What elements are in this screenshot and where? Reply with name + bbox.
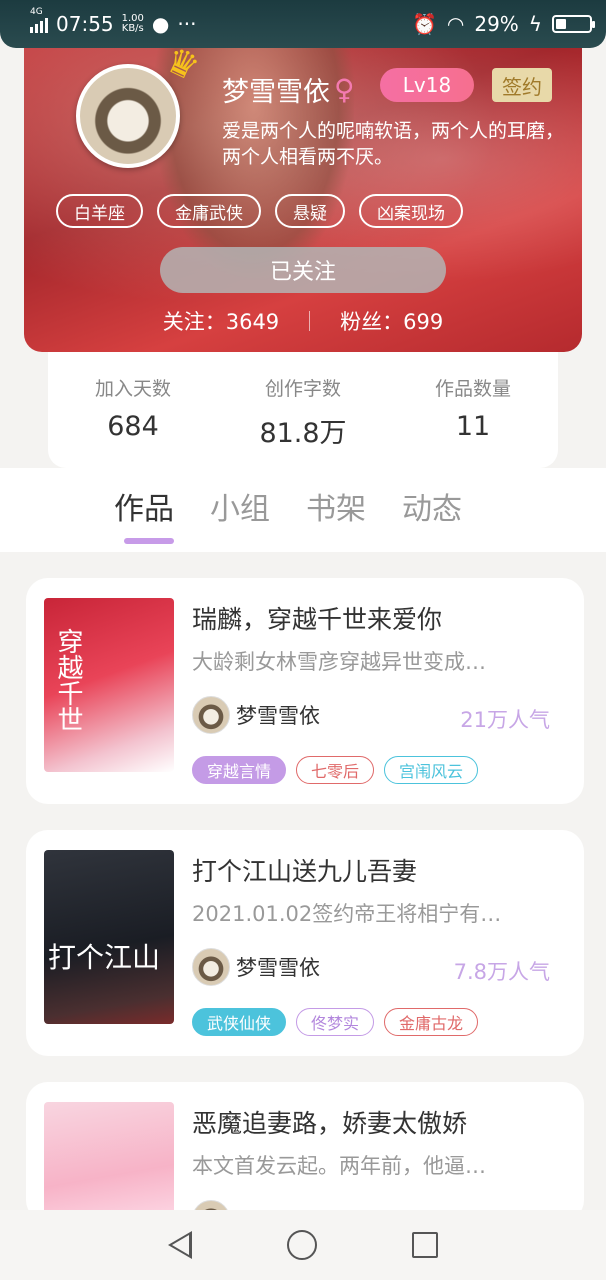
book-popularity: 7.8万人气 [453, 960, 550, 984]
fans-count[interactable]: 粉丝：699 [340, 306, 443, 336]
profile-tags: 白羊座 金庸武侠 悬疑 凶案现场 [56, 194, 463, 228]
clock: 07:55 [56, 12, 114, 36]
book-title[interactable]: 打个江山送九儿吾妻 [192, 852, 417, 888]
book-cover[interactable]: 穿越千世 [44, 598, 174, 772]
follow-button[interactable]: 已关注 [160, 247, 446, 293]
alarm-icon: ⏰ [411, 12, 437, 36]
status-bar: 4G 07:55 1.00 KB/s ● ··· ⏰ ◠ 29% ϟ [0, 0, 606, 48]
book-title[interactable]: 恶魔追妻路，娇妻太傲娇 [192, 1104, 467, 1140]
book-card[interactable]: 打个江山 打个江山送九儿吾妻 2021.01.02签约帝王将相宁有… 梦雪雪依 … [26, 830, 584, 1056]
profile-tag[interactable]: 金庸武侠 [157, 194, 261, 228]
author-avatar [192, 948, 230, 986]
username: 梦雪雪依 ♀ [222, 73, 355, 108]
book-tag[interactable]: 穿越言情 [192, 756, 287, 784]
book-title[interactable]: 瑞麟，穿越千世来爱你 [192, 600, 442, 636]
book-card[interactable]: 恶魔追妻路，娇妻太傲娇 本文首发云起。两年前，他逼… [26, 1082, 584, 1238]
book-cover[interactable]: 打个江山 [44, 850, 174, 1024]
profile-tag[interactable]: 白羊座 [56, 194, 143, 228]
profile-tag[interactable]: 悬疑 [275, 194, 345, 228]
battery-percent: 29% [474, 12, 519, 36]
profile-tag[interactable]: 凶案现场 [359, 194, 463, 228]
bio: 爱是两个人的呢喃软语，两个人的耳磨，两个人相看两不厌。 [222, 120, 565, 168]
female-icon: ♀ [334, 73, 355, 106]
profile-header: ♛ 梦雪雪依 ♀ Lv18 签约 爱是两个人的呢喃软语，两个人的耳磨，两个人相看… [24, 30, 582, 352]
charging-icon: ϟ [528, 12, 542, 36]
follow-counts: 关注：3649 粉丝：699 [24, 306, 582, 336]
book-author[interactable]: 梦雪雪依 [192, 696, 320, 734]
book-tags: 武侠仙侠 佟梦实 金庸古龙 [192, 1008, 479, 1036]
wifi-icon: ◠ [446, 12, 465, 36]
qq-icon: ● [151, 12, 170, 36]
book-description: 2021.01.02签约帝王将相宁有… [192, 902, 502, 926]
book-author[interactable]: 梦雪雪依 [192, 948, 320, 986]
book-tag[interactable]: 金庸古龙 [384, 1008, 479, 1036]
stat-join-days: 加入天数 684 [94, 378, 171, 442]
tab-bookshelf[interactable]: 书架 [306, 484, 366, 528]
stats-card: 加入天数 684 创作字数 81.8万 作品数量 11 [48, 352, 558, 468]
nav-back-icon[interactable] [167, 1231, 192, 1259]
author-avatar [192, 696, 230, 734]
book-card[interactable]: 穿越千世 瑞麟，穿越千世来爱你 大龄剩女林雪彦穿越异世变成… 梦雪雪依 21万人… [26, 578, 584, 804]
book-tag[interactable]: 武侠仙侠 [192, 1008, 287, 1036]
signal-icon: 4G [30, 7, 48, 33]
level-badge: Lv18 [380, 68, 474, 102]
book-tags: 穿越言情 七零后 宫闱风云 [192, 756, 479, 784]
more-icon: ··· [177, 12, 197, 36]
book-tag[interactable]: 七零后 [296, 756, 375, 784]
book-tag[interactable]: 宫闱风云 [384, 756, 479, 784]
book-description: 大龄剩女林雪彦穿越异世变成… [192, 650, 486, 674]
following-count[interactable]: 关注：3649 [163, 306, 279, 336]
avatar[interactable] [76, 64, 180, 168]
signed-badge: 签约 [492, 68, 552, 102]
tab-works[interactable]: 作品 [114, 484, 174, 544]
book-description: 本文首发云起。两年前，他逼… [192, 1154, 486, 1178]
divider [309, 311, 311, 331]
battery-icon [552, 15, 595, 33]
nav-recent-icon[interactable] [412, 1232, 439, 1258]
book-cover[interactable] [44, 1102, 174, 1222]
book-tag[interactable]: 佟梦实 [296, 1008, 375, 1036]
book-popularity: 21万人气 [460, 708, 550, 732]
tab-activity[interactable]: 动态 [402, 484, 462, 528]
tab-groups[interactable]: 小组 [210, 484, 270, 528]
tab-bar: 作品 小组 书架 动态 [0, 468, 606, 552]
system-nav-bar [0, 1210, 606, 1280]
stat-works-count: 作品数量 11 [434, 378, 511, 442]
stat-word-count: 创作字数 81.8万 [259, 378, 347, 449]
nav-home-icon[interactable] [286, 1230, 317, 1260]
network-speed: 1.00 KB/s [121, 13, 144, 34]
